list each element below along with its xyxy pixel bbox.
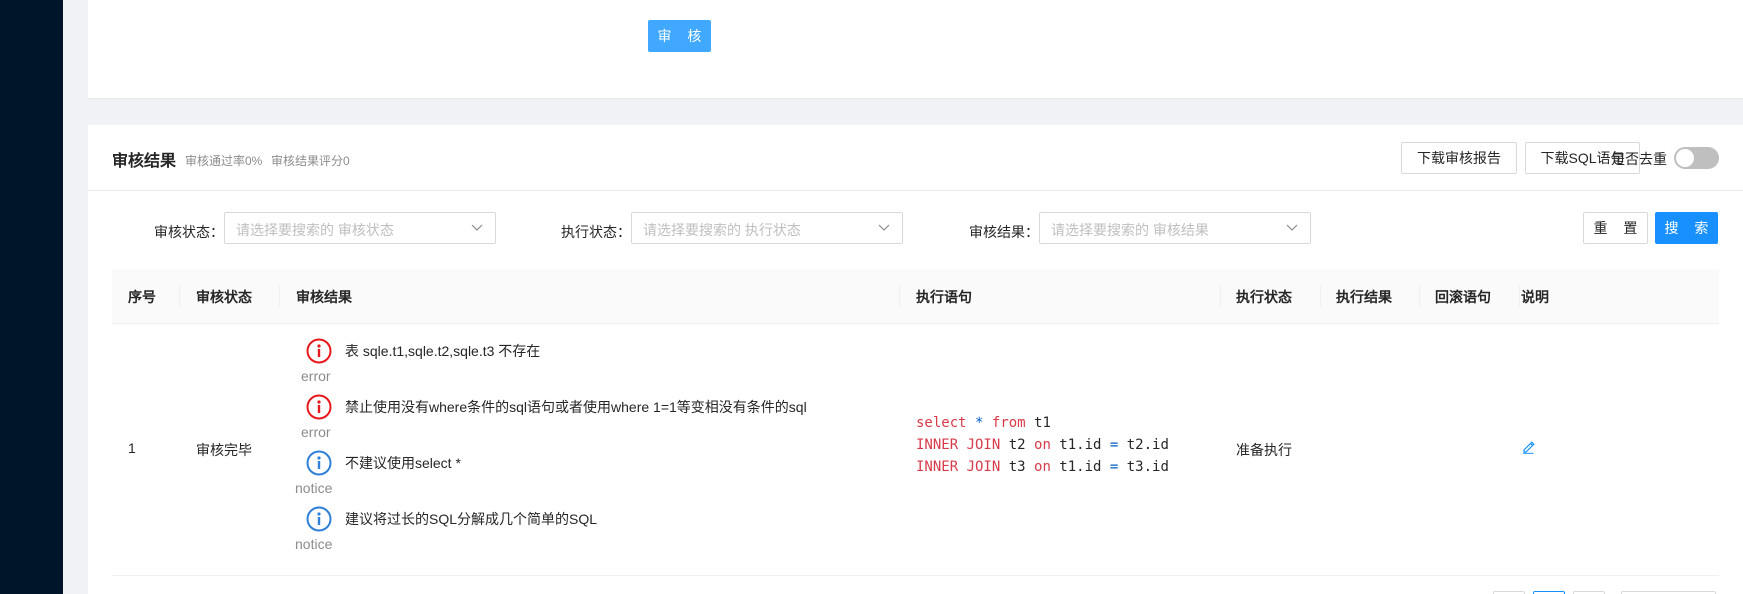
col-divider bbox=[179, 285, 180, 307]
search-button[interactable]: 搜 索 bbox=[1655, 212, 1718, 244]
col-rollback: 回滚语句 bbox=[1435, 289, 1491, 305]
notice-info-icon bbox=[306, 506, 332, 532]
chevron-down-icon bbox=[471, 224, 483, 231]
result-level: notice bbox=[295, 480, 333, 496]
dedup-label: 是否去重 bbox=[1611, 151, 1667, 167]
result-card-header: 审核结果 审核通过率0% 审核结果评分0 下载审核报告 下载SQL语句 是否去重 bbox=[88, 125, 1743, 191]
reset-button[interactable]: 重 置 bbox=[1583, 212, 1648, 244]
sql-token: t2 bbox=[1000, 437, 1035, 453]
sidebar bbox=[0, 0, 63, 594]
col-divider bbox=[1519, 285, 1520, 307]
error-info-icon bbox=[306, 338, 332, 364]
select-placeholder: 请选择要搜索的 审核结果 bbox=[1051, 222, 1209, 238]
error-info-icon bbox=[306, 394, 332, 420]
col-sql: 执行语句 bbox=[916, 289, 972, 305]
sql-line: INNER JOIN t2 on t1.id = t2.id bbox=[916, 434, 1169, 456]
col-divider bbox=[1220, 285, 1221, 307]
row-exec-status: 准备执行 bbox=[1236, 442, 1292, 458]
col-exec-status: 执行状态 bbox=[1236, 289, 1292, 305]
pass-rate: 审核通过率0% bbox=[185, 154, 263, 168]
sql-token: t3 bbox=[1000, 459, 1035, 475]
result-message: 不建议使用select * bbox=[345, 455, 461, 471]
filter-label-exec-status: 执行状态： bbox=[561, 224, 631, 240]
col-divider bbox=[279, 285, 280, 307]
col-divider bbox=[899, 285, 900, 307]
result-message: 禁止使用没有where条件的sql语句或者使用where 1=1等变相没有条件的… bbox=[345, 399, 807, 415]
download-report-button[interactable]: 下载审核报告 bbox=[1401, 142, 1517, 174]
col-audit-status: 审核状态 bbox=[196, 289, 252, 305]
switch-knob bbox=[1676, 149, 1694, 167]
table-row: 1 审核完毕 表 sqle.t1,sqle.t2,sqle.t3 不存在 err… bbox=[112, 324, 1719, 576]
col-exec-result: 执行结果 bbox=[1336, 289, 1392, 305]
chevron-down-icon bbox=[1286, 224, 1298, 231]
edit-icon[interactable] bbox=[1521, 440, 1535, 454]
sql-keyword: on bbox=[1034, 459, 1051, 475]
sql-keyword: from bbox=[991, 415, 1026, 431]
sql-keyword: INNER JOIN bbox=[916, 437, 1001, 453]
audit-status-select[interactable]: 请选择要搜索的 审核状态 bbox=[224, 212, 496, 244]
audit-button[interactable]: 审 核 bbox=[648, 20, 711, 52]
result-title: 审核结果 bbox=[112, 153, 177, 170]
col-divider bbox=[1419, 285, 1420, 307]
result-level: notice bbox=[295, 536, 333, 552]
sql-token: t2.id bbox=[1118, 437, 1169, 453]
result-level: error bbox=[301, 368, 331, 384]
table-header: 序号 审核状态 审核结果 执行语句 执行状态 执行结果 回滚语句 说明 bbox=[112, 269, 1719, 324]
filter-label-audit-result: 审核结果： bbox=[969, 224, 1039, 240]
sql-keyword: on bbox=[1034, 437, 1051, 453]
sql-statement: select * from t1 INNER JOIN t2 on t1.id =… bbox=[916, 412, 1169, 478]
sql-line: INNER JOIN t3 on t1.id = t3.id bbox=[916, 456, 1169, 478]
col-divider bbox=[1320, 285, 1321, 307]
exec-status-select[interactable]: 请选择要搜索的 执行状态 bbox=[631, 212, 903, 244]
col-description: 说明 bbox=[1521, 289, 1549, 305]
sql-token: t1.id bbox=[1050, 459, 1110, 475]
dedup-switch[interactable] bbox=[1674, 147, 1719, 169]
sql-token: t1 bbox=[1025, 415, 1051, 431]
select-placeholder: 请选择要搜索的 执行状态 bbox=[643, 222, 801, 238]
notice-info-icon bbox=[306, 450, 332, 476]
col-index: 序号 bbox=[128, 289, 156, 305]
result-message: 建议将过长的SQL分解成几个简单的SQL bbox=[345, 511, 598, 527]
result-card: 审核结果 审核通过率0% 审核结果评分0 下载审核报告 下载SQL语句 是否去重… bbox=[88, 125, 1743, 594]
result-level: error bbox=[301, 424, 331, 440]
row-audit-status: 审核完毕 bbox=[196, 442, 252, 458]
sql-line: select * from t1 bbox=[916, 412, 1169, 434]
sql-token: t3.id bbox=[1118, 459, 1169, 475]
sql-keyword: INNER JOIN bbox=[916, 459, 1001, 475]
chevron-down-icon bbox=[878, 224, 890, 231]
select-placeholder: 请选择要搜索的 审核状态 bbox=[236, 222, 394, 238]
result-message: 表 sqle.t1,sqle.t2,sqle.t3 不存在 bbox=[345, 343, 541, 359]
audit-card: 审 核 bbox=[88, 0, 1743, 99]
row-index: 1 bbox=[128, 440, 136, 456]
sql-keyword: select bbox=[916, 415, 967, 431]
sql-token: t1.id bbox=[1050, 437, 1110, 453]
score: 审核结果评分0 bbox=[271, 154, 350, 168]
filter-label-audit-status: 审核状态： bbox=[154, 224, 224, 240]
col-audit-result: 审核结果 bbox=[296, 289, 352, 305]
audit-result-select[interactable]: 请选择要搜索的 审核结果 bbox=[1039, 212, 1311, 244]
